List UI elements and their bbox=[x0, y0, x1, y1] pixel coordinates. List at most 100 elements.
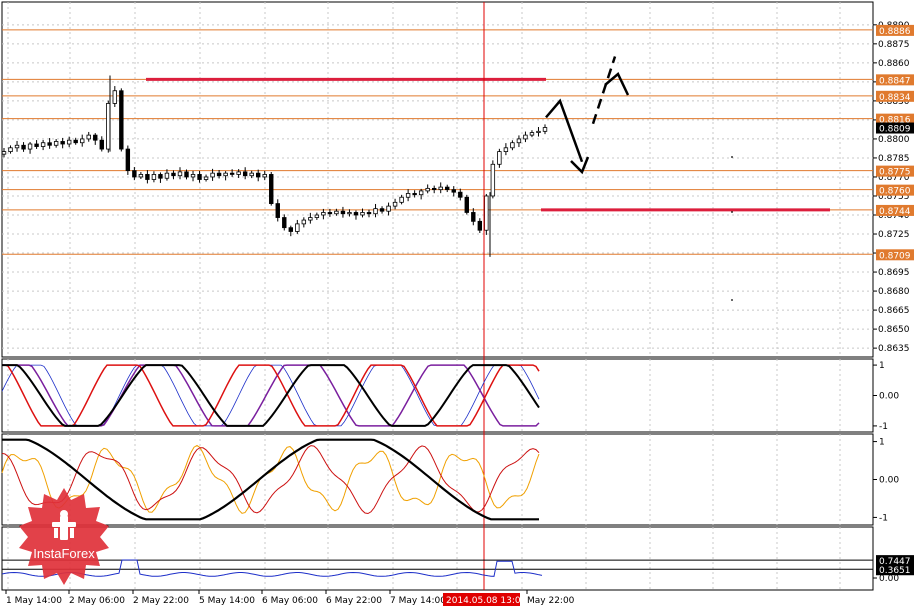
candle-body bbox=[503, 147, 509, 153]
marker-dot bbox=[731, 299, 733, 301]
candle-body bbox=[386, 205, 391, 212]
candle-body bbox=[151, 174, 157, 180]
price-tick-label: 0.8635 bbox=[878, 344, 910, 354]
candle-body bbox=[210, 172, 215, 178]
candle-body bbox=[516, 138, 522, 144]
candle-body bbox=[203, 176, 209, 180]
candle-body bbox=[190, 174, 196, 178]
time-label: 6 May 22:00 bbox=[326, 596, 382, 606]
osc-tick-label: -1 bbox=[879, 422, 888, 432]
time-label: 2 May 22:00 bbox=[133, 596, 189, 606]
candle-body bbox=[353, 212, 359, 216]
candle-body bbox=[177, 171, 183, 177]
candle-body bbox=[295, 223, 300, 232]
level-label: 0.8847 bbox=[879, 76, 911, 86]
time-label: 6 May 06:00 bbox=[262, 596, 318, 606]
price-tick-label: 0.8800 bbox=[878, 135, 910, 145]
candle-body bbox=[27, 143, 33, 150]
candle-body bbox=[60, 141, 65, 145]
candle-body bbox=[425, 187, 430, 192]
candle-body bbox=[229, 172, 235, 175]
candle-body bbox=[484, 195, 489, 231]
candle-body bbox=[340, 210, 346, 215]
candle-body bbox=[99, 139, 104, 150]
level-label: 0.8744 bbox=[879, 207, 911, 217]
time-label: May 22:00 bbox=[527, 596, 575, 606]
logo-text: InstaForex bbox=[33, 546, 95, 561]
candle-body bbox=[119, 90, 124, 150]
candle-body bbox=[405, 193, 411, 198]
candle-body bbox=[379, 208, 385, 212]
time-label: 2 May 06:00 bbox=[69, 596, 125, 606]
candle-body bbox=[223, 172, 228, 177]
candle-body bbox=[366, 212, 372, 215]
candle-body bbox=[8, 147, 13, 153]
candle-body bbox=[438, 186, 443, 191]
candle-body bbox=[327, 212, 333, 215]
candle-body bbox=[269, 174, 274, 204]
candle-body bbox=[301, 219, 307, 225]
osc-tick-label: 1 bbox=[879, 361, 885, 371]
candle-body bbox=[529, 132, 535, 136]
candle-body bbox=[418, 190, 424, 196]
candle-body bbox=[314, 214, 320, 218]
price-tick-label: 0.8860 bbox=[878, 59, 910, 69]
candle-body bbox=[197, 174, 202, 180]
candle-body bbox=[132, 170, 137, 178]
oscillator-panel-3 bbox=[1, 526, 874, 591]
price-tick-label: 0.8695 bbox=[878, 268, 910, 278]
candle-body bbox=[477, 220, 483, 231]
price-tick-label: 0.8875 bbox=[878, 40, 910, 50]
candle-body bbox=[86, 134, 91, 140]
candle-body bbox=[256, 172, 261, 178]
candle-body bbox=[275, 203, 280, 218]
candle-body bbox=[40, 142, 46, 147]
candle-body bbox=[216, 172, 222, 177]
candle-body bbox=[112, 90, 118, 104]
level-label: 0.8760 bbox=[879, 187, 911, 197]
candle-body bbox=[1, 151, 7, 155]
candle-body bbox=[184, 171, 189, 178]
candle-body bbox=[334, 210, 339, 215]
candle-body bbox=[80, 138, 85, 144]
candle-body bbox=[542, 127, 548, 132]
price-tick-label: 0.8725 bbox=[878, 230, 910, 240]
candle-body bbox=[464, 196, 469, 213]
forex-chart: 0.88900.88750.88600.88450.88300.88150.88… bbox=[0, 0, 917, 608]
candle-body bbox=[47, 142, 52, 146]
candle-body bbox=[158, 174, 163, 179]
candle-body bbox=[458, 191, 463, 198]
candle-body bbox=[145, 174, 150, 180]
candle-body bbox=[360, 212, 365, 216]
time-label: 5 May 14:00 bbox=[199, 596, 255, 606]
candle-body bbox=[308, 217, 313, 221]
price-panel bbox=[1, 1, 874, 358]
level-label: 0.8886 bbox=[879, 27, 911, 37]
price-tick-label: 0.8665 bbox=[878, 306, 910, 316]
candle-body bbox=[138, 174, 144, 178]
candle-body bbox=[497, 151, 502, 165]
candle-body bbox=[451, 189, 456, 193]
level-label: 0.8775 bbox=[879, 168, 911, 178]
candle-body bbox=[21, 144, 26, 150]
candle-body bbox=[125, 148, 131, 172]
osc-tick-label: 1 bbox=[879, 438, 885, 448]
osc-tick-label: 0.00 bbox=[879, 392, 899, 402]
instaforex-logo: InstaForex bbox=[8, 486, 120, 586]
candle-body bbox=[392, 201, 398, 207]
candle-body bbox=[171, 172, 176, 177]
current-price-label: 0.8809 bbox=[879, 125, 911, 135]
candle-body bbox=[53, 141, 59, 146]
level-label: 0.8709 bbox=[879, 251, 911, 261]
candle-body bbox=[262, 174, 267, 178]
time-label: 1 May 14:00 bbox=[6, 596, 62, 606]
price-tick-label: 0.8785 bbox=[878, 154, 910, 164]
candle-body bbox=[34, 143, 39, 147]
candle-body bbox=[399, 196, 404, 203]
level-label: 0.8834 bbox=[879, 93, 911, 103]
candle-body bbox=[249, 172, 254, 177]
osc-tick-label: 0.00 bbox=[879, 574, 899, 584]
osc-tick-label: 0.00 bbox=[879, 476, 899, 486]
candle-body bbox=[510, 142, 515, 149]
price-tick-label: 0.8650 bbox=[878, 325, 910, 335]
